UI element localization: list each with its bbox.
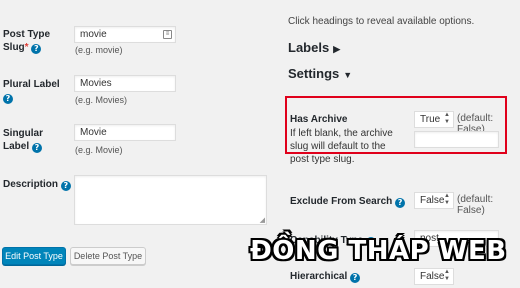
resize-handle-icon[interactable]: ◢ [260, 217, 265, 224]
help-icon[interactable]: ? [60, 181, 71, 191]
exclude-search-select-value: False [420, 195, 445, 206]
hierarchical-select[interactable]: False ▲ ▼ [414, 268, 454, 285]
exclude-search-label-text: Exclude From Search [290, 196, 393, 207]
autofill-icon[interactable]: ≡ [163, 30, 172, 39]
singular-input-value: Movie [80, 127, 107, 138]
select-arrows-icon: ▲ ▼ [444, 269, 450, 282]
required-mark: * [24, 42, 29, 53]
slug-input[interactable]: movie ≡ [74, 26, 176, 43]
singular-input[interactable]: Movie [74, 124, 176, 141]
has-archive-note: If left blank, the archive slug will def… [290, 128, 393, 165]
intro-text: Click headings to reveal available optio… [288, 16, 475, 27]
plural-hint: (e.g. Movies) [75, 95, 128, 105]
slug-input-value: movie [80, 29, 107, 40]
help-icon[interactable]: ? [31, 143, 42, 153]
plural-label: Plural Label ? [3, 78, 71, 104]
labels-heading[interactable]: Labels ▶ [288, 40, 340, 55]
exclude-search-label: Exclude From Search ? [290, 195, 406, 208]
singular-hint: (e.g. Movie) [75, 145, 123, 155]
hierarchical-label: Hierarchical ? [290, 270, 361, 283]
plural-label-text: Plural Label [3, 79, 60, 90]
triangle-right-icon: ▶ [333, 44, 341, 54]
settings-heading-text: Settings [288, 66, 340, 81]
has-archive-select-value: True [420, 114, 441, 125]
description-textarea[interactable]: ◢ [74, 175, 267, 225]
help-icon[interactable]: ? [3, 94, 13, 104]
plural-input-value: Movies [80, 78, 112, 89]
description-label: Description ? [3, 178, 71, 191]
singular-label: Singular Label ? [3, 127, 51, 153]
delete-post-type-button[interactable]: Delete Post Type [70, 247, 146, 265]
help-icon[interactable]: ? [350, 273, 361, 283]
settings-heading[interactable]: Settings ▼ [288, 66, 352, 81]
archive-slug-input[interactable] [414, 131, 499, 148]
help-icon[interactable]: ? [31, 44, 42, 54]
exclude-search-select[interactable]: False ▲ ▼ [414, 192, 454, 209]
hierarchical-label-text: Hierarchical [290, 271, 348, 282]
description-label-text: Description [3, 179, 59, 190]
has-archive-select[interactable]: True ▲ ▼ [414, 111, 454, 128]
help-icon[interactable]: ? [395, 198, 406, 208]
plural-input[interactable]: Movies [74, 75, 176, 92]
triangle-down-icon: ▼ [343, 70, 353, 80]
select-arrows-icon: ▲ ▼ [444, 112, 450, 125]
slug-hint: (e.g. movie) [75, 45, 123, 55]
select-arrows-icon: ▲ ▼ [444, 193, 450, 206]
labels-heading-text: Labels [288, 40, 330, 55]
edit-post-type-button[interactable]: Edit Post Type [2, 247, 66, 265]
exclude-search-default: (default: False) [457, 194, 494, 216]
hierarchical-select-value: False [420, 271, 445, 282]
has-archive-label: Has Archive [290, 114, 348, 125]
slug-label: Post Type Slug* ? [3, 28, 63, 54]
watermark-logo: ĐỒNG THÁP WEB [250, 236, 507, 266]
